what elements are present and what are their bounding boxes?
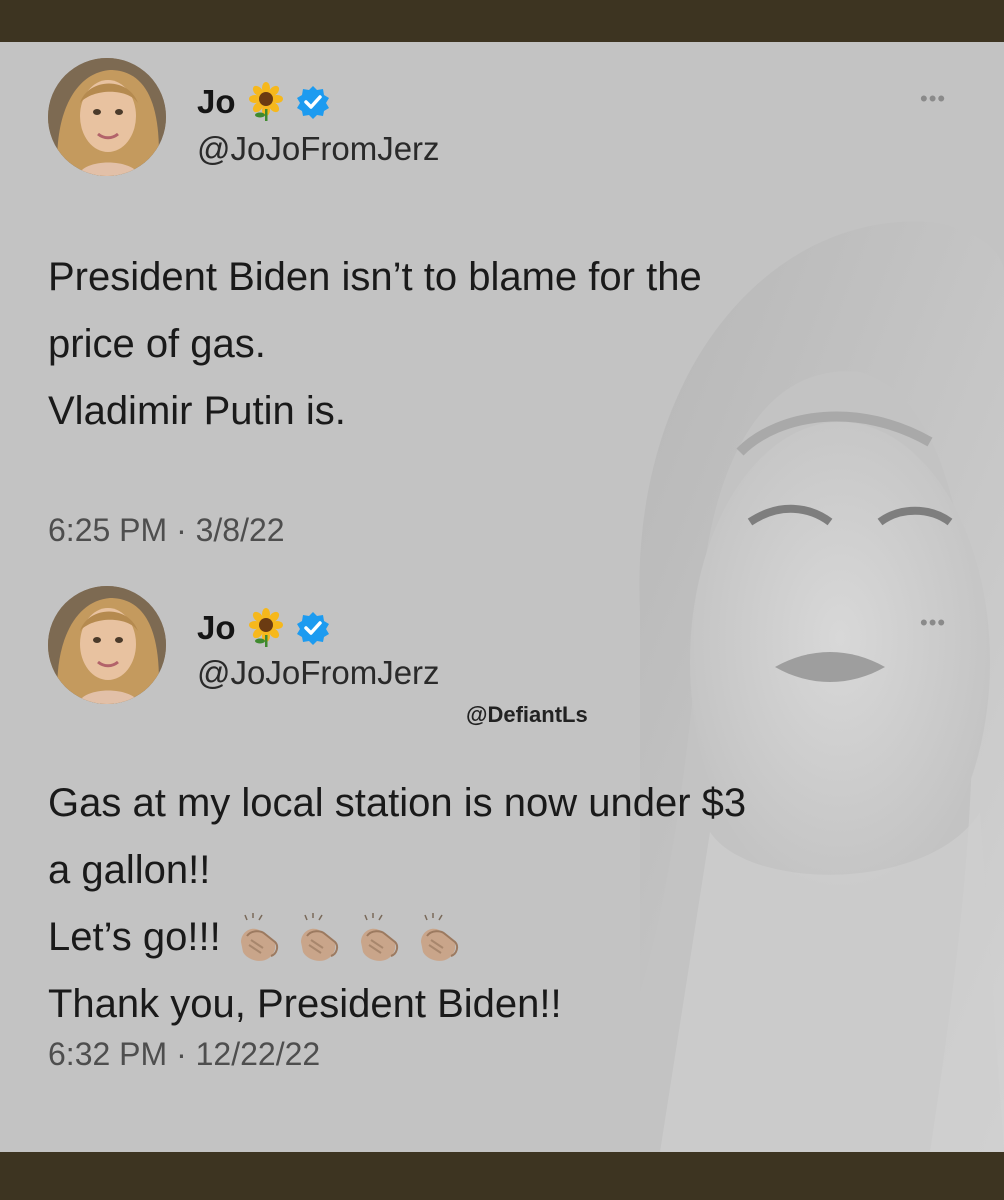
tweet-text-fragment: Let’s go!!! — [48, 915, 221, 959]
sunflower-emoji-icon — [248, 608, 283, 647]
tweet-timestamp[interactable]: 6:32 PM · 12/22/22 — [48, 1036, 320, 1073]
display-name[interactable]: Jo — [197, 609, 236, 647]
display-name[interactable]: Jo — [197, 83, 236, 121]
tweet-text: Gas at my local station is now under $3 … — [48, 770, 746, 1038]
user-handle[interactable]: @JoJoFromJerz — [197, 654, 440, 692]
meme-card: Jo @JoJoFromJerz ••• President Biden isn… — [0, 42, 1004, 1152]
verified-badge-icon — [296, 612, 329, 645]
bottom-frame-border — [0, 1152, 1004, 1200]
tweet-text-line: Vladimir Putin is. — [48, 389, 346, 433]
tweet-text-line: President Biden isn’t to blame for the — [48, 255, 702, 299]
avatar[interactable] — [48, 58, 166, 176]
tweet-text-line: Let’s go!!! — [48, 904, 746, 971]
tweet-timestamp[interactable]: 6:25 PM · 3/8/22 — [48, 512, 285, 549]
more-options-icon[interactable]: ••• — [920, 86, 946, 112]
clapping-hands-emoji-group — [225, 912, 465, 964]
watermark-handle: @DefiantLs — [466, 702, 588, 727]
tweet-text-line: Thank you, President Biden!! — [48, 982, 562, 1026]
top-frame-border — [0, 0, 1004, 42]
tweet-text-line: a gallon!! — [48, 848, 211, 892]
more-options-icon[interactable]: ••• — [920, 610, 946, 636]
user-handle[interactable]: @JoJoFromJerz — [197, 130, 440, 168]
sunflower-emoji-icon — [248, 82, 283, 121]
tweet-text-line: price of gas. — [48, 322, 266, 366]
clapping-hands-emoji-icon — [300, 912, 338, 961]
tweet-text-line: Gas at my local station is now under $3 — [48, 781, 747, 825]
clapping-hands-emoji-icon — [420, 912, 458, 961]
clapping-hands-emoji-icon — [240, 912, 278, 961]
tweet-text: President Biden isn’t to blame for the p… — [48, 244, 702, 445]
verified-badge-icon — [296, 86, 329, 119]
clapping-hands-emoji-icon — [360, 912, 398, 961]
avatar[interactable] — [48, 586, 166, 704]
